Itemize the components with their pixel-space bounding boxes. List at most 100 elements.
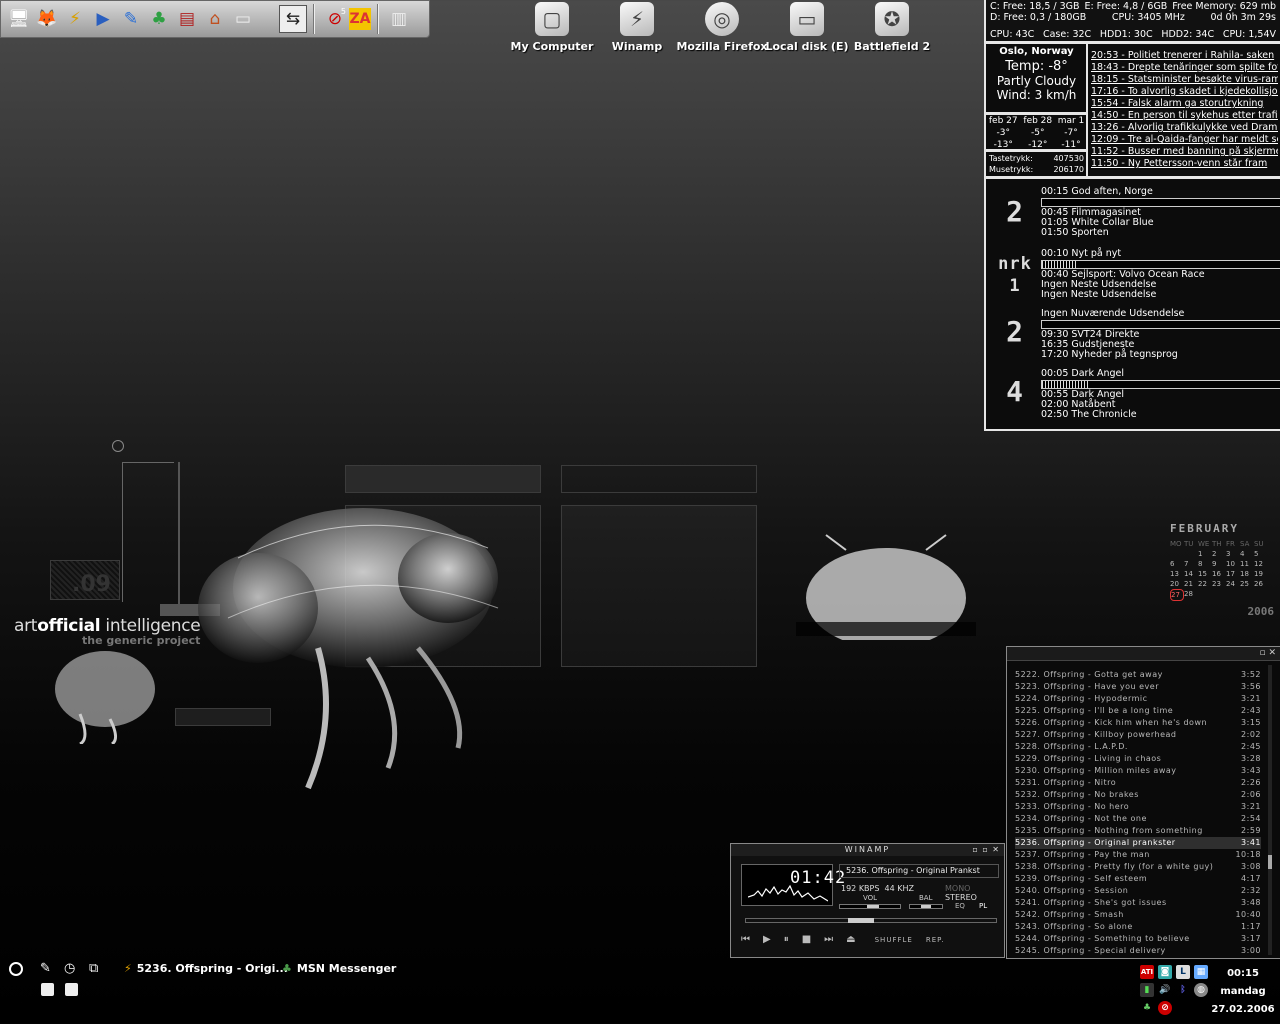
calendar-day[interactable]: 28 bbox=[1184, 589, 1198, 601]
repeat-button[interactable]: REP. bbox=[926, 936, 945, 944]
calendar-day[interactable]: 8 bbox=[1198, 559, 1212, 569]
playlist-track[interactable]: 5239. Offspring - Self esteem 4:17 bbox=[1015, 873, 1261, 885]
playlist-track[interactable]: 5234. Offspring - Not the one 2:54 bbox=[1015, 813, 1261, 825]
playlist-track[interactable]: 5243. Offspring - So alone 1:17 bbox=[1015, 921, 1261, 933]
calendar-day[interactable]: 4 bbox=[1240, 549, 1254, 559]
winamp-titlebar[interactable]: WINAMP ▫ ▫ ✕ bbox=[731, 844, 1004, 856]
playlist-track[interactable]: 5223. Offspring - Have you ever 3:56 bbox=[1015, 681, 1261, 693]
messenger-icon[interactable]: ♣ bbox=[1140, 1001, 1154, 1015]
playlist-track[interactable]: 5240. Offspring - Session 2:32 bbox=[1015, 885, 1261, 897]
calendar-day[interactable]: 13 bbox=[1170, 569, 1184, 579]
shield-icon[interactable]: ⊘ 5 bbox=[321, 5, 349, 33]
visualizer-display[interactable]: 01:42 bbox=[741, 864, 845, 906]
antivirus-icon[interactable]: ⊘ bbox=[1158, 1001, 1172, 1015]
calendar-day[interactable]: 14 bbox=[1184, 569, 1198, 579]
network-icon[interactable]: ◙ bbox=[1158, 965, 1172, 979]
playlist-track[interactable]: 5232. Offspring - No brakes 2:06 bbox=[1015, 789, 1261, 801]
seek-bar[interactable] bbox=[745, 918, 997, 923]
news-link[interactable]: 18:43 - Drepte tenåringer som spilte fot… bbox=[1091, 62, 1278, 74]
task-button-winamp[interactable]: ⚡ 5236. Offspring - Origi... bbox=[124, 962, 288, 975]
volume-knob[interactable] bbox=[867, 905, 879, 908]
playlist-track[interactable]: 5238. Offspring - Pretty fly (for a whit… bbox=[1015, 861, 1261, 873]
calendar-day[interactable]: 22 bbox=[1198, 579, 1212, 589]
windows-icon[interactable]: ⧉ bbox=[89, 961, 98, 976]
playlist-track[interactable]: 5225. Offspring - I'll be a long time 2:4… bbox=[1015, 705, 1261, 717]
calendar-day[interactable]: 18 bbox=[1240, 569, 1254, 579]
monitor-icon[interactable]: ▦ bbox=[1194, 965, 1208, 979]
recycle-bin-icon[interactable]: ▥ bbox=[385, 5, 413, 33]
news-link[interactable]: 15:54 - Falsk alarm ga storutrykning bbox=[1091, 98, 1278, 110]
playlist-track[interactable]: 5241. Offspring - She's got issues 3:48 bbox=[1015, 897, 1261, 909]
volume-slider[interactable] bbox=[839, 904, 901, 909]
home-icon[interactable]: ⌂ bbox=[201, 5, 229, 33]
news-link[interactable]: 17:16 - To alvorlig skadet i kjedekollis… bbox=[1091, 86, 1278, 98]
news-link[interactable]: 12:09 - Tre al-Qaida-fanger har meldt se… bbox=[1091, 134, 1278, 146]
playlist-track[interactable]: 5230. Offspring - Million miles away 3:43 bbox=[1015, 765, 1261, 777]
zonealarm-icon[interactable]: ZA bbox=[349, 8, 371, 30]
media-player-icon[interactable]: ▶ bbox=[89, 5, 117, 33]
calendar-day[interactable]: 16 bbox=[1212, 569, 1226, 579]
news-link[interactable]: 14:50 - En person til sykehus etter traf… bbox=[1091, 110, 1278, 122]
playlist-track[interactable]: 5227. Offspring - Killboy powerhead 2:02 bbox=[1015, 729, 1261, 741]
playlist-track[interactable]: 5231. Offspring - Nitro 2:26 bbox=[1015, 777, 1261, 789]
play-icon[interactable]: ▶ bbox=[763, 934, 771, 945]
winamp-window-controls[interactable]: ▫ ▫ ✕ bbox=[972, 844, 1000, 856]
meter-icon[interactable]: ▮ bbox=[1140, 983, 1154, 997]
ati-icon[interactable]: ATI bbox=[1140, 965, 1154, 979]
playlist-track[interactable]: 5222. Offspring - Gotta get away 3:52 bbox=[1015, 669, 1261, 681]
calendar-day[interactable]: 17 bbox=[1226, 569, 1240, 579]
news-link[interactable]: 11:52 - Busser med banning på skjermen bbox=[1091, 146, 1278, 158]
winamp-playlist-window[interactable]: ▫ ✕ 5222. Offspring - Gotta get away 3:52… bbox=[1006, 646, 1280, 959]
calendar-day[interactable]: 5 bbox=[1254, 549, 1268, 559]
playlist-track[interactable]: 5226. Offspring - Kick him when he's dow… bbox=[1015, 717, 1261, 729]
device-icon[interactable]: ⇆ bbox=[279, 5, 307, 33]
calendar-day[interactable]: 3 bbox=[1226, 549, 1240, 559]
news-link[interactable]: 11:50 - Ny Pettersson-venn står fram bbox=[1091, 158, 1278, 170]
eq-toggle[interactable]: EQ bbox=[955, 902, 965, 910]
globe-icon[interactable]: ◍ bbox=[1194, 983, 1208, 997]
calendar-day[interactable]: 20 bbox=[1170, 579, 1184, 589]
calendar-day[interactable]: 2 bbox=[1212, 549, 1226, 559]
window-manager-icon[interactable]: L bbox=[1176, 965, 1190, 979]
task-button-msn[interactable]: ♣ MSN Messenger bbox=[282, 962, 396, 975]
calendar-day[interactable]: 11 bbox=[1240, 559, 1254, 569]
stop-icon[interactable]: ■ bbox=[802, 934, 811, 945]
calendar-day[interactable]: 10 bbox=[1226, 559, 1240, 569]
taskbar-clock[interactable]: 00:15 mandag 27.02.2006 bbox=[1208, 965, 1278, 1019]
quicklaunch-feather-icon[interactable]: ✎ bbox=[40, 961, 51, 976]
song-title-marquee[interactable]: 5236. Offspring - Original Prankst bbox=[839, 864, 999, 878]
start-icon[interactable] bbox=[9, 962, 23, 976]
calendar-day[interactable]: 12 bbox=[1254, 559, 1268, 569]
seek-knob[interactable] bbox=[848, 918, 874, 923]
calendar-day[interactable]: 9 bbox=[1212, 559, 1226, 569]
news-link[interactable]: 20:53 - Politiet trenerer i Rahila- sake… bbox=[1091, 50, 1278, 62]
calendar-day[interactable]: 27 bbox=[1170, 589, 1184, 601]
speaker-icon[interactable]: 🔊 bbox=[1158, 983, 1172, 997]
calendar-day[interactable]: 23 bbox=[1212, 579, 1226, 589]
playlist-window-controls[interactable]: ▫ ✕ bbox=[1259, 648, 1276, 658]
winamp-main-window[interactable]: WINAMP ▫ ▫ ✕ 01:42 5236. Offspring - Ori… bbox=[730, 843, 1005, 958]
calendar-day[interactable]: 6 bbox=[1170, 559, 1184, 569]
firefox-icon[interactable]: 🦊 bbox=[33, 5, 61, 33]
pause-icon[interactable]: ⏸ bbox=[784, 934, 789, 945]
playlist-track[interactable]: 5228. Offspring - L.A.P.D. 2:45 bbox=[1015, 741, 1261, 753]
playlist-toggle[interactable]: PL bbox=[979, 902, 987, 910]
books-icon[interactable]: ▤ bbox=[173, 5, 201, 33]
computer-icon[interactable]: 🖥 bbox=[5, 5, 33, 33]
playlist-track[interactable]: 5229. Offspring - Living in chaos 3:28 bbox=[1015, 753, 1261, 765]
playlist-titlebar[interactable]: ▫ ✕ bbox=[1007, 647, 1280, 661]
bluetooth-icon[interactable]: ᛒ bbox=[1176, 983, 1190, 997]
playlist-track[interactable]: 5235. Offspring - Nothing from something… bbox=[1015, 825, 1261, 837]
playlist-scrollbar[interactable] bbox=[1268, 665, 1272, 955]
balance-knob[interactable] bbox=[921, 905, 931, 908]
news-link[interactable]: 18:15 - Statsminister besøkte virus-ramm… bbox=[1091, 74, 1278, 86]
scrollbar-thumb[interactable] bbox=[1268, 855, 1272, 869]
calendar-day[interactable]: 19 bbox=[1254, 569, 1268, 579]
calendar-day[interactable]: 1 bbox=[1198, 549, 1212, 559]
feather-icon[interactable]: ✎ bbox=[117, 5, 145, 33]
winamp-icon[interactable]: ⚡ bbox=[61, 5, 89, 33]
calendar-day[interactable]: 15 bbox=[1198, 569, 1212, 579]
calendar-day[interactable]: 25 bbox=[1240, 579, 1254, 589]
desktop-icon-battlefield[interactable]: ✪ Battlefield 2 bbox=[842, 2, 942, 53]
previous-icon[interactable]: ⏮ bbox=[741, 934, 750, 945]
